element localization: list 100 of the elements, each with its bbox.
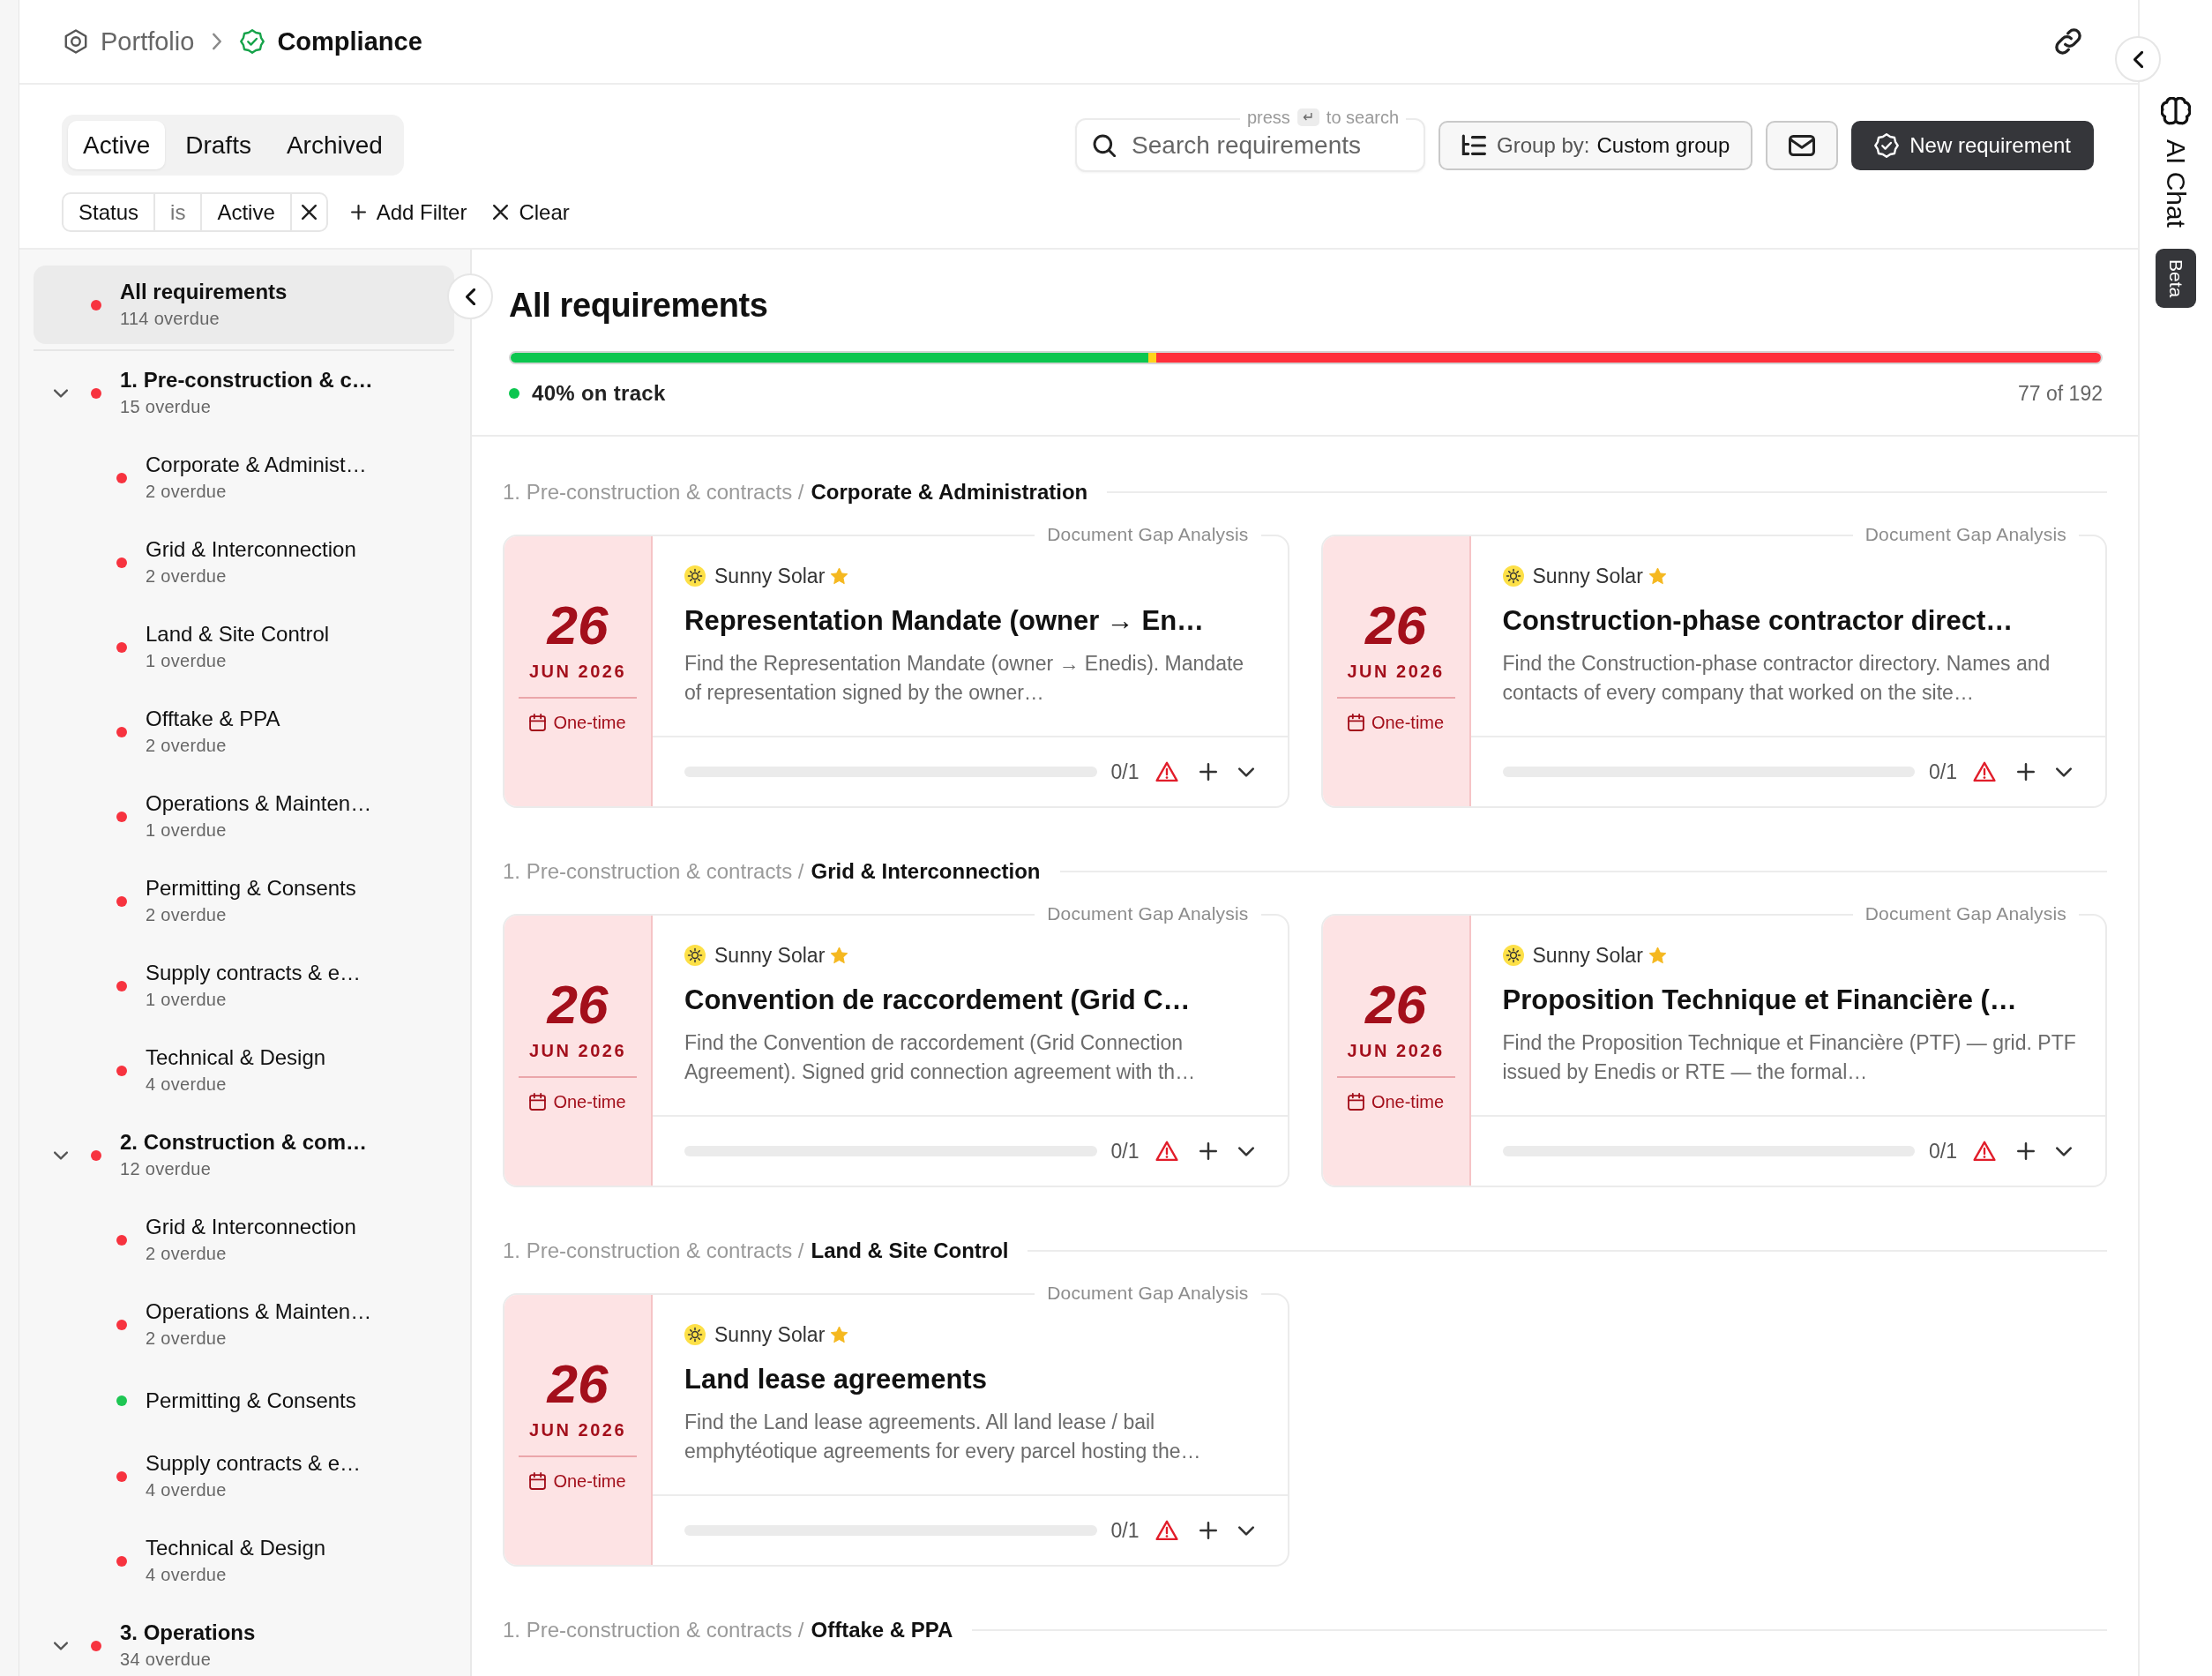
sidebar-item[interactable]: Land & Site Control 1 overdue <box>34 605 454 690</box>
due-day: 26 <box>547 1355 609 1413</box>
calendar-icon <box>529 1472 547 1490</box>
due-month: JUN 2026 <box>528 1419 627 1441</box>
sidebar-item[interactable]: Technical & Design 4 overdue <box>34 1029 454 1113</box>
chevron-left-icon <box>465 288 475 305</box>
requirement-description: Find the Land lease agreements. All land lease / bail emphytéotique agreements for every parcel hosting the… <box>684 1410 1202 1464</box>
brain-icon[interactable] <box>2161 97 2191 125</box>
section-title: Offtake & PPA <box>811 1618 953 1642</box>
beta-badge: Beta <box>2156 249 2196 309</box>
sidebar-item[interactable]: Permitting & Consents 2 overdue <box>34 859 454 944</box>
search-icon <box>1093 134 1117 157</box>
due-day: 26 <box>1365 976 1426 1034</box>
collapse-button[interactable] <box>2115 36 2161 82</box>
progress-count: 77 of 192 <box>2018 381 2103 406</box>
tab[interactable]: Archived <box>271 121 398 169</box>
section-path: 1. Pre-construction & contracts / <box>503 1238 804 1263</box>
due-month: JUN 2026 <box>1347 661 1445 683</box>
filter-operator[interactable]: is <box>153 194 201 230</box>
sidebar-item[interactable]: Grid & Interconnection 2 overdue <box>34 520 454 605</box>
due-month: JUN 2026 <box>528 661 627 683</box>
new-requirement-button[interactable]: New requirement <box>1851 120 2094 170</box>
requirement-title[interactable]: Construction-phase contractor direct… <box>1502 603 2079 639</box>
plus-icon[interactable] <box>2017 763 2035 781</box>
requirement-description: Find the Proposition Technique et Financière (PTF) — grid. PTF issued by Enedis or RTE — the formal… <box>1502 1030 2077 1085</box>
requirement-description: Find the Construction-phase contractor directory. Names and contacts of every company that worked on the site… <box>1502 651 2051 706</box>
plus-icon[interactable] <box>1199 1142 1217 1160</box>
requirement-title[interactable]: Proposition Technique et Financière (… <box>1502 983 2079 1018</box>
page-title: Compliance <box>277 26 422 56</box>
chevron-right-icon <box>212 33 223 50</box>
sidebar-item[interactable]: Permitting & Consents <box>34 1367 454 1434</box>
sun-icon <box>684 945 706 966</box>
sidebar-item[interactable]: 1. Pre-construction & c… 15 overdue <box>34 351 454 436</box>
add-filter-button[interactable]: Add Filter <box>347 199 471 225</box>
list-tree-icon <box>1461 132 1487 158</box>
chevron-left-icon <box>2133 50 2143 68</box>
due-month: JUN 2026 <box>1347 1040 1445 1062</box>
group-by-button[interactable]: Group by: Custom group <box>1439 120 1753 170</box>
chevron-down-icon[interactable] <box>54 388 68 399</box>
calendar-icon <box>1347 714 1364 731</box>
company-name: Sunny Solar <box>714 1322 826 1347</box>
sidebar-item[interactable]: Supply contracts & e… 1 overdue <box>34 944 454 1029</box>
plus-icon[interactable] <box>1199 763 1217 781</box>
recurrence-label: One-time <box>1371 1091 1445 1113</box>
sidebar-item[interactable]: Operations & Mainten… 2 overdue <box>34 1283 454 1367</box>
sidebar-item[interactable]: Grid & Interconnection 2 overdue <box>34 1198 454 1283</box>
sun-icon <box>684 565 706 587</box>
plus-icon[interactable] <box>1199 1522 1217 1539</box>
chevron-down-icon[interactable] <box>1237 1145 1254 1157</box>
requirement-title[interactable]: Representation Mandate (owner → En… <box>684 603 1261 639</box>
sidebar-item[interactable]: Technical & Design 4 overdue <box>34 1519 454 1604</box>
calendar-icon <box>529 714 547 731</box>
progress-count: 0/1 <box>1110 759 1140 784</box>
close-icon <box>493 205 509 220</box>
status-dot-icon <box>509 388 519 399</box>
recurrence-label: One-time <box>553 1091 626 1113</box>
key-badge: ↵ <box>1297 108 1319 126</box>
section-path: 1. Pre-construction & contracts / <box>503 859 804 884</box>
tab[interactable]: Drafts <box>170 121 266 169</box>
sidebar-item[interactable]: 3. Operations 34 overdue <box>34 1604 454 1676</box>
sidebar-item[interactable]: Corporate & Administ… 2 overdue <box>34 436 454 520</box>
plus-icon[interactable] <box>2017 1142 2035 1160</box>
sidebar-item[interactable]: Supply contracts & e… 4 overdue <box>34 1434 454 1519</box>
calendar-icon <box>529 1093 547 1111</box>
ai-chat-tab[interactable]: AI Chat <box>2161 139 2191 228</box>
chevron-down-icon[interactable] <box>1237 766 1254 778</box>
sun-icon <box>1502 565 1524 587</box>
clear-button[interactable]: Clear <box>489 199 573 225</box>
chevron-down-icon[interactable] <box>54 1150 68 1161</box>
company-name: Sunny Solar <box>1532 564 1643 588</box>
sidebar-item[interactable]: 2. Construction & com… 12 overdue <box>34 1113 454 1198</box>
filter-field[interactable]: Status <box>64 194 154 230</box>
chevron-down-icon[interactable] <box>2056 1145 2072 1157</box>
requirement-title[interactable]: Convention de raccordement (Grid C… <box>684 983 1261 1018</box>
section-title: Grid & Interconnection <box>811 859 1041 884</box>
due-month: JUN 2026 <box>528 1040 627 1062</box>
chevron-down-icon[interactable] <box>54 1641 68 1651</box>
sun-icon <box>1502 945 1524 966</box>
requirement-description: Find the Convention de raccordement (Grid Connection Agreement). Signed grid connection agreement with th… <box>684 1030 1197 1085</box>
chevron-down-icon[interactable] <box>2056 766 2072 778</box>
collapse-button[interactable] <box>447 273 493 319</box>
requirement-title[interactable]: Land lease agreements <box>684 1362 1261 1397</box>
close-icon <box>301 205 317 220</box>
sidebar-item[interactable]: Operations & Mainten… 1 overdue <box>34 774 454 859</box>
page-heading: All requirements <box>509 286 769 325</box>
sidebar-item[interactable]: Offtake & PPA 2 overdue <box>34 690 454 774</box>
company-name: Sunny Solar <box>1532 943 1643 968</box>
requirement-description: Find the Representation Mandate (owner → Enedis). Mandate of representation signed by the owner… <box>684 651 1245 706</box>
filter-value[interactable]: Active <box>200 194 290 230</box>
link-icon[interactable] <box>2055 28 2081 55</box>
breadcrumb-link[interactable]: Portfolio <box>101 26 195 56</box>
email-button[interactable] <box>1766 120 1839 170</box>
sidebar-item[interactable]: All requirements 114 overdue <box>34 266 454 344</box>
chevron-down-icon[interactable] <box>1237 1524 1254 1537</box>
plus-icon <box>350 205 366 220</box>
due-day: 26 <box>547 596 609 655</box>
tab[interactable]: Active <box>68 121 166 169</box>
recurrence-label: One-time <box>553 1470 626 1493</box>
check-badge-icon <box>1874 132 1900 158</box>
progress-count: 0/1 <box>1929 1139 1957 1163</box>
